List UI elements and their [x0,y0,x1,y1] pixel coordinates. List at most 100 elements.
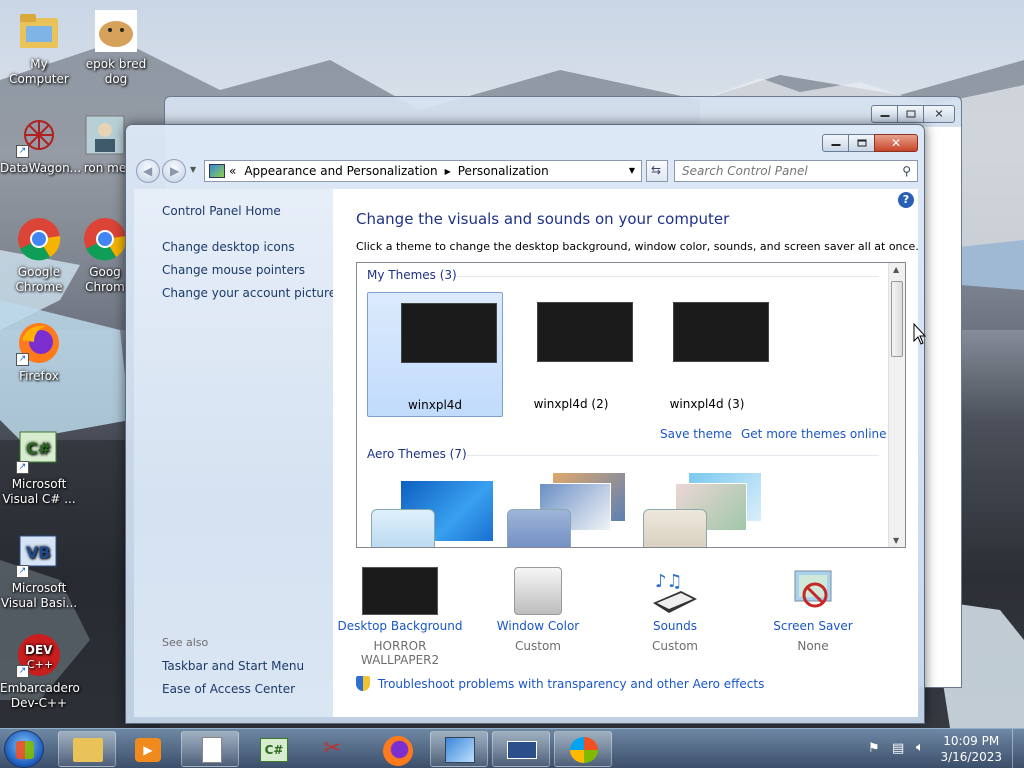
desktop-icon-label: Firefox [19,369,59,383]
troubleshoot-link-row[interactable]: Troubleshoot problems with transparency … [356,676,764,691]
shortcut-arrow-icon: ↗ [16,461,29,474]
sounds-item[interactable]: ♪♫ Sounds Custom [610,567,740,653]
desktop-icon-label: Microsoft Visual Basi... [0,581,78,610]
window-color-swatch [507,509,571,547]
control-panel-icon [445,737,475,763]
address-overflow-chevron[interactable]: « [229,164,236,178]
breadcrumb-appearance[interactable]: Appearance and Personalization [244,164,437,178]
search-icon[interactable]: ⚲ [902,164,911,178]
aero-themes-header: Aero Themes (7) [367,447,467,461]
personalization-window[interactable]: ✕ ◀ ▶ ▼ « Appearance and Personalization… [125,124,925,724]
address-bar[interactable]: « Appearance and Personalization ▶ Perso… [204,160,642,182]
action-center-flag-icon[interactable]: ⚑ [868,741,880,756]
taskbar-explorer-button[interactable] [58,731,116,767]
aero-theme-characters[interactable] [643,473,769,547]
aero-theme-windows7[interactable] [371,481,497,547]
scrollbar-thumb[interactable] [891,281,903,357]
left-task-pane: Control Panel Home Change desktop icons … [134,189,336,717]
change-account-picture-link[interactable]: Change your account picture [162,286,336,300]
search-box[interactable]: ⚲ [674,160,918,182]
desktop-icon-epok-bred-dog[interactable]: epok bred dog [77,8,155,87]
taskbar-media-player-button[interactable]: ▶ [118,731,176,767]
desktop-background-link[interactable]: Desktop Background [335,619,465,633]
screen-saver-item[interactable]: Screen Saver None [748,567,878,653]
taskbar-firefox-button[interactable] [368,731,426,767]
my-themes-header: My Themes (3) [367,268,457,282]
window-color-link[interactable]: Window Color [473,619,603,633]
svg-text:C++: C++ [27,658,53,671]
taskbar-snipping-tool-button[interactable]: ✂ [306,731,364,767]
maximize-button[interactable] [897,105,924,123]
visual-csharp-icon: C# ↗ [16,428,62,474]
desktop-icon-google-chrome[interactable]: Google Chrome [0,216,78,295]
media-player-icon: ▶ [135,738,161,762]
desktop-icon-visual-basic[interactable]: VB ↗ Microsoft Visual Basi... [0,532,78,611]
breadcrumb-arrow-icon[interactable]: ▶ [445,167,451,176]
refresh-button[interactable]: ⇆ [646,160,668,182]
taskbar-control-panel-button[interactable] [430,731,488,767]
taskbar-on-screen-keyboard-button[interactable] [492,731,550,767]
desktop-icon-devcpp[interactable]: DEV C++ ↗ Embarcadero Dev-C++ [0,632,80,711]
maximize-button[interactable] [848,134,875,152]
datawagon-icon: ↗ [16,112,62,158]
window-color-value: Custom [515,639,561,653]
back-button[interactable]: ◀ [136,159,160,183]
firefox-icon: ↗ [16,320,62,366]
search-input[interactable] [675,161,885,181]
address-dropdown-arrow-icon[interactable]: ▼ [629,166,635,175]
gallery-scrollbar[interactable]: ▲ ▼ [888,263,905,547]
show-desktop-button[interactable] [1012,729,1024,768]
desktop-icon-datawagon[interactable]: ↗ DataWagon... [0,112,81,176]
desktop-background-item[interactable]: Desktop Background HORROR WALLPAPER2 [335,567,465,667]
desktop-icon-my-computer[interactable]: My Computer [0,8,78,87]
change-desktop-icons-link[interactable]: Change desktop icons [162,240,295,254]
get-more-themes-link[interactable]: Get more themes online [741,427,887,441]
screen-saver-link[interactable]: Screen Saver [748,619,878,633]
minimize-button[interactable] [822,134,849,152]
volume-icon[interactable]: 🔈︎ [916,740,924,755]
page-subtitle: Click a theme to change the desktop back… [356,240,919,253]
theme-gallery[interactable]: My Themes (3) winxpl4d winxpl4d (2) winx… [356,262,906,548]
scroll-down-arrow-icon[interactable]: ▼ [893,536,899,545]
devcpp-icon: DEV C++ ↗ [16,632,62,678]
screen-saver-value: None [797,639,829,653]
change-mouse-pointers-link[interactable]: Change mouse pointers [162,263,305,277]
taskbar-notepad-button[interactable] [181,731,239,767]
system-clock[interactable]: 10:09 PM 3/16/2023 [940,733,1002,765]
main-content: ? Change the visuals and sounds on your … [333,189,919,717]
theme-tile[interactable]: winxpl4d (3) [639,292,775,417]
forward-arrow-icon: ▶ [170,164,180,178]
theme-tile[interactable]: winxpl4d (2) [503,292,639,417]
taskbar-visual-csharp-button[interactable]: C# [244,731,302,767]
svg-text:DEV: DEV [25,643,53,657]
screen-saver-icon [789,567,837,615]
recent-pages-dropdown[interactable]: ▼ [190,165,196,174]
control-panel-home-link[interactable]: Control Panel Home [162,204,281,218]
taskbar-windows-button[interactable] [554,731,612,767]
desktop-icon-label: Embarcadero Dev-C++ [0,681,80,710]
scroll-up-arrow-icon[interactable]: ▲ [893,265,899,274]
network-icon[interactable]: ▤ [892,741,904,756]
forward-button[interactable]: ▶ [162,159,186,183]
taskbar-start-menu-link[interactable]: Taskbar and Start Menu [162,659,304,673]
start-button[interactable] [4,730,44,768]
desktop-icon-firefox[interactable]: ↗ Firefox [0,320,78,384]
sounds-link[interactable]: Sounds [610,619,740,633]
minimize-button[interactable] [871,105,898,123]
help-icon[interactable]: ? [898,192,914,208]
firefox-icon [383,736,413,766]
theme-label: winxpl4d (3) [669,397,745,411]
theme-tile[interactable]: winxpl4d [367,292,503,417]
desktop-icon-label: Goog Chrom [85,265,125,294]
aero-theme-architecture[interactable] [507,473,633,547]
close-button[interactable]: ✕ [874,134,918,152]
ease-of-access-link[interactable]: Ease of Access Center [162,682,295,696]
close-button[interactable]: ✕ [923,105,955,123]
window-color-item[interactable]: Window Color Custom [473,567,603,653]
folder-icon [73,738,103,762]
save-theme-link[interactable]: Save theme [660,427,732,441]
breadcrumb-personalization[interactable]: Personalization [458,164,549,178]
desktop-icon-visual-csharp[interactable]: C# ↗ Microsoft Visual C# ... [0,428,78,507]
window-color-swatch [643,509,707,547]
troubleshoot-link[interactable]: Troubleshoot problems with transparency … [378,677,765,691]
